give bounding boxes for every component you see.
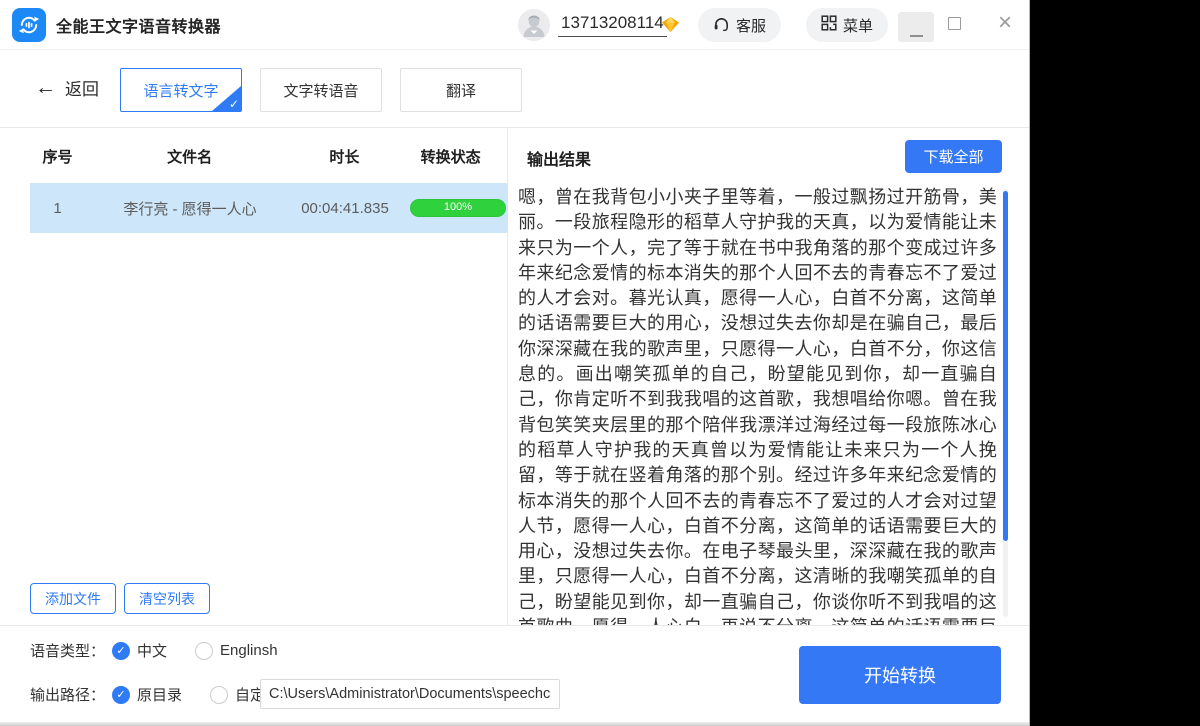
maximize-button[interactable] [948, 17, 961, 30]
progress-bar: 100% [410, 199, 506, 217]
back-arrow-icon: ← [35, 76, 56, 100]
back-label: 返回 [65, 75, 99, 100]
menu-button[interactable]: 菜单 [806, 8, 888, 42]
table-header: 序号 文件名 时长 转换状态 [0, 129, 507, 183]
scrollbar-track[interactable] [1003, 189, 1008, 617]
tab-speech-to-text[interactable]: 语言转文字 ✓ [120, 68, 242, 112]
radio-checked-icon: ✓ [112, 642, 130, 660]
clear-list-button[interactable]: 清空列表 [124, 583, 210, 614]
vip-badge-icon [662, 17, 679, 37]
screen: 全能王文字语音转换器 13713208114 [0, 0, 1200, 726]
header-duration: 时长 [294, 146, 394, 167]
download-all-button[interactable]: 下载全部 [905, 140, 1002, 173]
start-convert-button[interactable]: 开始转换 [799, 646, 1001, 704]
voice-type-label: 语音类型： [30, 640, 112, 661]
header-index: 序号 [30, 146, 85, 167]
output-header: 输出结果 下载全部 [509, 129, 1029, 181]
app-logo-icon [12, 8, 46, 42]
scrollbar-thumb[interactable] [1003, 191, 1008, 541]
radio-unchecked-icon [195, 642, 213, 660]
app-title: 全能王文字语音转换器 [56, 0, 221, 50]
voice-type-row: 语音类型： ✓ 中文 Englinsh [30, 640, 278, 661]
radio-english[interactable]: Englinsh [195, 642, 278, 660]
main-content: 序号 文件名 时长 转换状态 1 李行亮 - 愿得一人心 00:04:41.83… [0, 129, 1029, 625]
menu-label: 菜单 [843, 15, 873, 36]
headset-icon [713, 15, 730, 36]
header-filename: 文件名 [85, 146, 295, 167]
file-list-panel: 序号 文件名 时长 转换状态 1 李行亮 - 愿得一人心 00:04:41.83… [0, 129, 508, 625]
tabbar: ← 返回 语言转文字 ✓ 文字转语音 翻译 [0, 51, 1029, 128]
check-icon: ✓ [229, 98, 239, 110]
close-button[interactable]: × [989, 5, 1021, 41]
account-phone[interactable]: 13713208114 [558, 13, 667, 37]
window-bottom-edge [0, 722, 1029, 726]
minimize-button[interactable] [898, 12, 934, 42]
back-button[interactable]: ← 返回 [35, 75, 99, 100]
radio-original-dir[interactable]: ✓ 原目录 [112, 684, 182, 705]
output-path-row: 输出路径： ✓ 原目录 自定义 [30, 684, 280, 705]
support-label: 客服 [736, 15, 766, 36]
radio-checked-icon: ✓ [112, 686, 130, 704]
cell-status: 100% [410, 199, 493, 217]
footer-bar: 语音类型： ✓ 中文 Englinsh 输出路径： ✓ 原目录 自 [0, 625, 1029, 726]
avatar[interactable] [518, 9, 550, 41]
output-path-label: 输出路径： [30, 684, 112, 705]
cell-filename: 李行亮 - 愿得一人心 [85, 198, 295, 219]
add-file-button[interactable]: 添加文件 [30, 583, 116, 614]
app-window: 全能王文字语音转换器 13713208114 [0, 0, 1030, 726]
radio-chinese[interactable]: ✓ 中文 [112, 640, 167, 661]
radio-unchecked-icon [210, 686, 228, 704]
output-panel: 输出结果 下载全部 嗯，曾在我背包小小夹子里等着，一般过飘扬过开筋骨，美丽。一段… [509, 129, 1029, 625]
header-status: 转换状态 [394, 146, 507, 167]
output-title: 输出结果 [527, 146, 591, 170]
grid-menu-icon [821, 15, 837, 35]
table-row[interactable]: 1 李行亮 - 愿得一人心 00:04:41.835 100% [30, 183, 508, 233]
progress-label: 100% [410, 201, 506, 213]
tab-text-to-speech[interactable]: 文字转语音 [260, 68, 382, 112]
cell-index: 1 [30, 200, 85, 217]
list-actions: 添加文件 清空列表 [30, 583, 210, 614]
support-button[interactable]: 客服 [698, 8, 781, 42]
cell-duration: 00:04:41.835 [295, 200, 395, 217]
tab-translate[interactable]: 翻译 [400, 68, 522, 112]
titlebar: 全能王文字语音转换器 13713208114 [0, 0, 1029, 50]
output-text[interactable]: 嗯，曾在我背包小小夹子里等着，一般过飘扬过开筋骨，美丽。一段旅程隐形的稻草人守护… [518, 185, 997, 625]
output-path-input[interactable] [260, 679, 560, 709]
